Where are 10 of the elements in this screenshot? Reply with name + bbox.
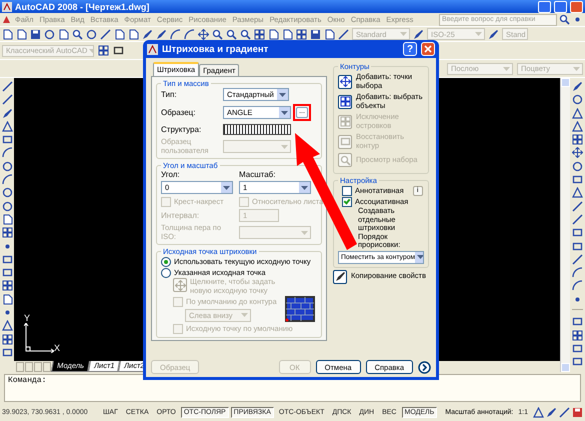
field-label: Масштаб:	[239, 170, 276, 179]
field-label: Образец:	[161, 108, 196, 117]
window-title: AutoCAD 2008 - [Чертеж1.dwg]	[15, 2, 150, 12]
field-label: Угол:	[161, 170, 181, 179]
dialog-title: Штриховка и градиент	[162, 44, 270, 54]
field-label: Структура:	[161, 125, 202, 134]
axis-label: Y	[24, 313, 32, 323]
field-label: Интервал:	[161, 211, 200, 220]
axis-label: X	[54, 343, 60, 353]
field-label: Тип:	[161, 90, 178, 99]
